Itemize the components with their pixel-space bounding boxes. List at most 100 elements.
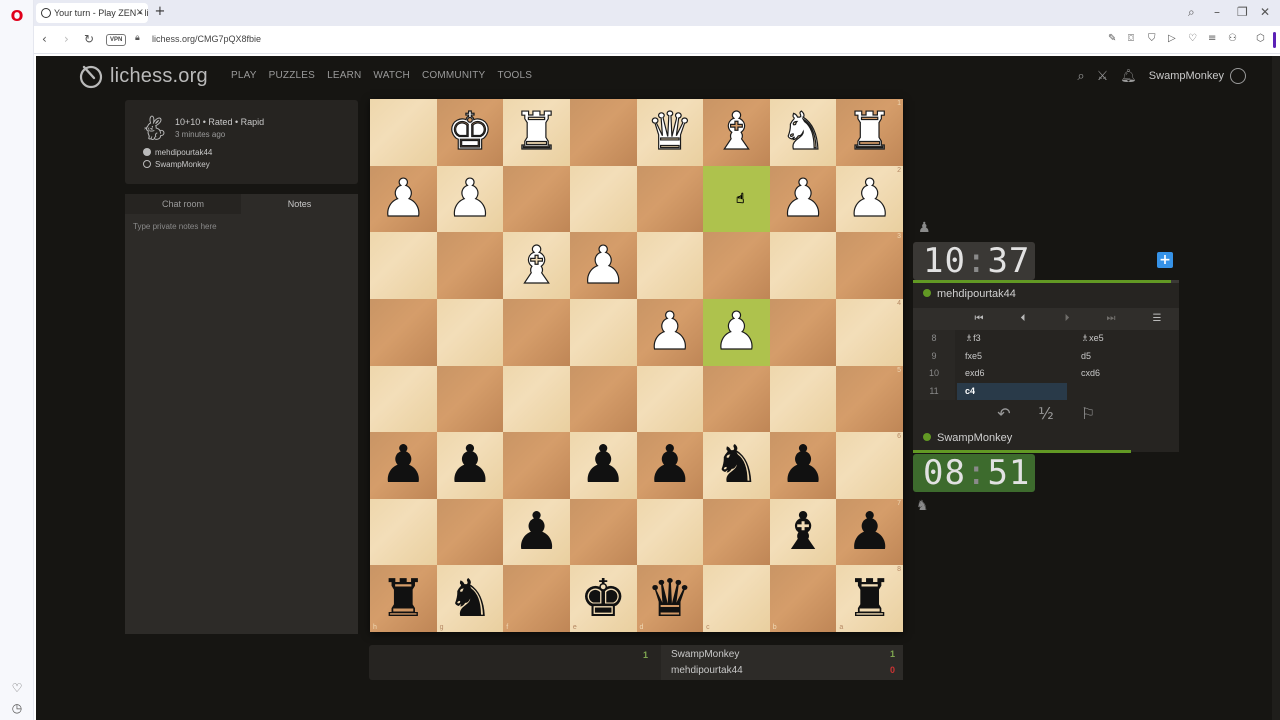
board-square[interactable] xyxy=(503,298,570,366)
board-square[interactable]: ♟ 2 xyxy=(836,165,903,233)
meta-black-name[interactable]: SwampMonkey xyxy=(155,160,210,169)
white-pawn-icon[interactable]: ♟ xyxy=(846,172,894,225)
tab-chat-room[interactable]: Chat room xyxy=(125,194,241,214)
board-square[interactable] xyxy=(636,365,704,433)
board-square[interactable]: ♟ xyxy=(769,432,837,499)
board-square[interactable]: ♝ xyxy=(503,232,570,299)
white-pawn-icon[interactable]: ♟ xyxy=(446,172,494,225)
search-icon[interactable]: ⌕ xyxy=(1077,69,1084,84)
white-pawn-icon[interactable]: ♟ xyxy=(713,306,761,359)
meta-white-player[interactable]: mehdipourtak44 xyxy=(143,148,212,157)
board-square[interactable]: 5 xyxy=(836,365,903,433)
white-rook-icon[interactable]: ♜ xyxy=(513,106,561,159)
board-square[interactable] xyxy=(703,365,770,433)
reload-icon[interactable]: ↻ xyxy=(84,32,94,46)
white-pawn-icon[interactable]: ♟ xyxy=(579,239,627,292)
profile-icon[interactable]: ⚇ xyxy=(1228,33,1237,44)
board-square[interactable] xyxy=(370,232,437,299)
board-square[interactable] xyxy=(436,298,504,366)
board-square[interactable]: ♜ h xyxy=(370,565,437,632)
board-square[interactable] xyxy=(769,365,837,433)
board-square[interactable] xyxy=(703,232,770,299)
white-move[interactable]: ♗f3 xyxy=(957,330,1067,348)
board-square[interactable]: ♟ 7 xyxy=(836,498,903,566)
black-move[interactable]: cxd6 xyxy=(1073,365,1179,383)
back-icon[interactable]: ‹ xyxy=(42,32,47,46)
first-move-icon[interactable]: ⏮ xyxy=(957,311,1001,327)
camera-icon[interactable]: ⌼ xyxy=(1128,33,1134,44)
history-clock-icon[interactable]: ◷ xyxy=(9,700,25,716)
white-knight-icon[interactable]: ♞ xyxy=(779,106,827,159)
black-knight-icon[interactable]: ♞ xyxy=(713,439,760,491)
black-move[interactable]: ♗xe5 xyxy=(1073,330,1179,348)
opera-logo-icon[interactable]: O xyxy=(9,8,25,24)
browser-search-icon[interactable]: ⌕ xyxy=(1188,5,1195,20)
white-move[interactable]: fxe5 xyxy=(957,348,1067,366)
lock-icon[interactable]: 🔒︎ xyxy=(135,33,140,43)
tab-notes[interactable]: Notes xyxy=(241,194,358,214)
restore-icon[interactable]: ❐ xyxy=(1237,5,1248,19)
board-square[interactable] xyxy=(569,165,637,233)
board-square[interactable]: ♟ xyxy=(636,298,704,366)
white-move[interactable]: exd6 xyxy=(957,365,1067,383)
board-square[interactable]: ♞ xyxy=(703,432,770,499)
resign-flag-icon[interactable]: ⚐ xyxy=(1073,404,1103,424)
draw-offer-icon[interactable]: ½ xyxy=(1031,404,1061,424)
board-square[interactable]: 3 xyxy=(836,232,903,299)
shield-icon[interactable]: ⛉ xyxy=(1148,33,1156,44)
black-move[interactable] xyxy=(1073,383,1179,401)
board-square[interactable]: 6 xyxy=(836,432,903,499)
black-king-icon[interactable]: ♚ xyxy=(580,573,627,625)
board-square[interactable]: b xyxy=(769,565,837,632)
username-link[interactable]: SwampMonkey xyxy=(1149,70,1224,82)
board-square[interactable] xyxy=(370,99,437,166)
board-square[interactable] xyxy=(636,232,704,299)
board-square[interactable] xyxy=(436,232,504,299)
url-field[interactable]: lichess.org/CMG7pQX8fbie xyxy=(152,34,261,44)
last-move-icon[interactable]: ⏭ xyxy=(1089,311,1133,327)
board-square[interactable]: ♜ xyxy=(503,99,570,166)
board-square[interactable]: c xyxy=(703,565,770,632)
board-square[interactable]: ♟ xyxy=(503,498,570,566)
board-square[interactable]: ♟ xyxy=(370,165,437,233)
chess-board[interactable]: ♚ ♜ ♛ ♝ ♞ ♜ 1 ♟ ♟ ♟ ♟ 2 ♝ ♟ 3 ♟ ♟ 4 5 ♟ ♟ ♟ ♟ ♞ ♟ 6 ♟ ♝ ♟ 7 ♜ h ♞ g f ♚ e ♛ d c… xyxy=(370,99,903,632)
board-square[interactable]: ♟ xyxy=(569,432,637,499)
board-square[interactable] xyxy=(769,298,837,366)
heart-outline-icon[interactable]: ♡ xyxy=(1188,33,1197,44)
board-square[interactable]: ♛ d xyxy=(636,565,704,632)
board-square[interactable] xyxy=(769,232,837,299)
tab-close-icon[interactable]: × xyxy=(136,3,144,23)
white-pawn-icon[interactable]: ♟ xyxy=(779,172,827,225)
lichess-logo[interactable]: lichess.org xyxy=(78,62,208,90)
heart-icon[interactable]: ♡ xyxy=(9,680,25,696)
swords-icon[interactable]: ⚔ xyxy=(1097,69,1109,84)
edit-icon[interactable]: ✎ xyxy=(1108,33,1116,44)
black-pawn-icon[interactable]: ♟ xyxy=(647,439,694,491)
meta-white-name[interactable]: mehdipourtak44 xyxy=(155,148,212,157)
play-icon[interactable]: ▷ xyxy=(1168,33,1176,44)
board-square[interactable]: ♚ e xyxy=(569,565,637,632)
board-square[interactable] xyxy=(503,365,570,433)
crosstable-player-1[interactable]: SwampMonkey xyxy=(671,649,739,660)
board-square[interactable]: ♟ xyxy=(636,432,704,499)
board-square[interactable]: 4 xyxy=(836,298,903,366)
board-square[interactable] xyxy=(569,498,637,566)
menu-lines-icon[interactable]: ≡ xyxy=(1208,33,1216,44)
white-pawn-icon[interactable]: ♟ xyxy=(379,172,427,225)
white-pawn-icon[interactable]: ♟ xyxy=(646,306,694,359)
white-bishop-icon[interactable]: ♝ xyxy=(513,239,561,292)
current-move[interactable]: c4 xyxy=(957,382,1067,400)
board-square[interactable]: ♝ xyxy=(703,99,770,166)
black-rook-icon[interactable]: ♜ xyxy=(380,573,427,625)
vpn-badge[interactable]: VPN xyxy=(106,34,127,46)
nav-watch[interactable]: WATCH xyxy=(373,70,410,81)
white-queen-icon[interactable]: ♛ xyxy=(646,106,694,159)
board-square[interactable] xyxy=(436,365,504,433)
notes-textarea[interactable] xyxy=(125,214,358,634)
next-move-icon[interactable]: ⏵ xyxy=(1045,311,1089,327)
black-pawn-icon[interactable]: ♟ xyxy=(380,439,427,491)
board-square[interactable] xyxy=(703,498,770,566)
board-square[interactable] xyxy=(436,498,504,566)
black-knight-icon[interactable]: ♞ xyxy=(447,573,494,625)
add-time-button[interactable]: + xyxy=(1157,252,1173,268)
